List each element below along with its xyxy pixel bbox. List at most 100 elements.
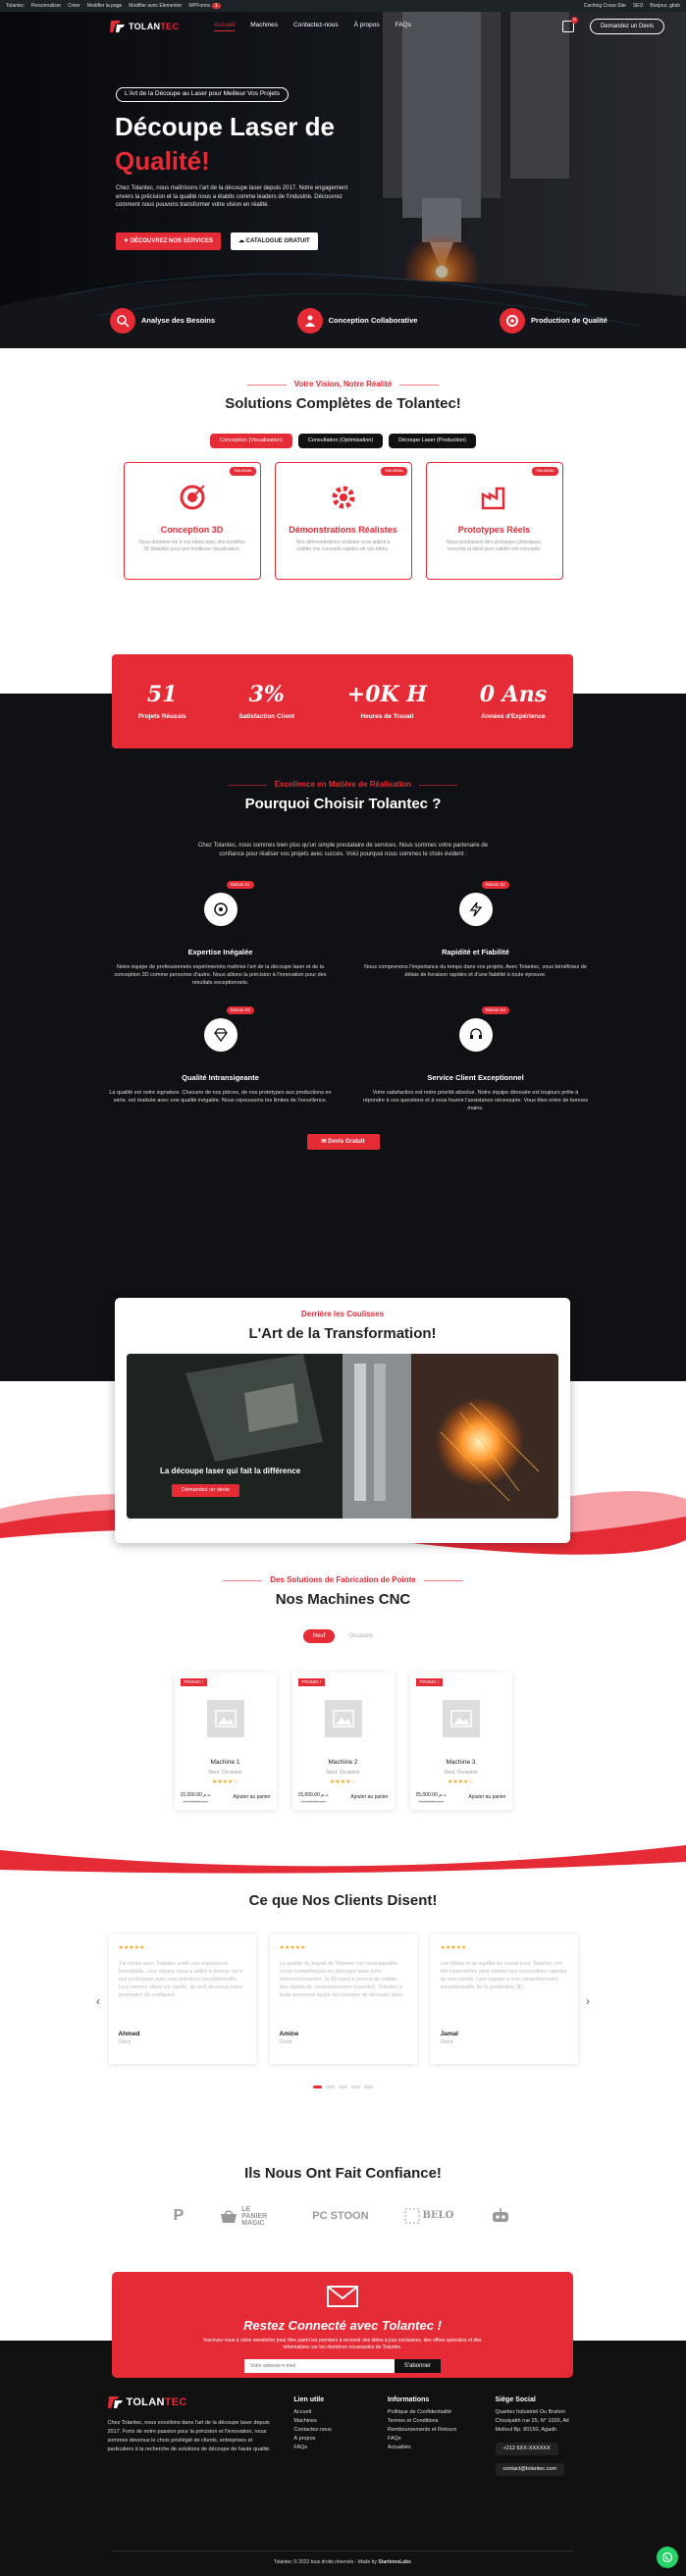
- footer-link[interactable]: À propos: [293, 2435, 368, 2444]
- footer-link[interactable]: Actualités: [388, 2444, 476, 2452]
- rating-stars: ★★★★☆: [212, 1778, 238, 1785]
- partner-logo: BELO: [404, 2208, 453, 2224]
- footer-link[interactable]: FAQs: [293, 2444, 368, 2452]
- new-badge: Nouveau: [230, 467, 256, 476]
- footer-logo[interactable]: TOLANTEC: [107, 2396, 275, 2409]
- hero: TOLANTEC Accueil Machines Contactez-nous…: [0, 12, 686, 348]
- logo-text: TOLANTEC: [129, 21, 180, 31]
- reason-text: Notre équipe de professionnels expérimen…: [114, 964, 327, 987]
- product-card[interactable]: PROMO ! Machine 2 Neuf, Occasion ★★★★☆ 1…: [291, 1673, 395, 1811]
- tab-consultation[interactable]: Consultation (Optimisation): [297, 434, 384, 449]
- cart-icon[interactable]: 0: [561, 17, 578, 32]
- product-category: Neuf, Occasion: [444, 1769, 478, 1776]
- feature-production: Production de Qualité: [500, 308, 607, 334]
- footer-email[interactable]: contact@tolantec.com: [495, 2463, 565, 2476]
- site-logo[interactable]: TOLANTEC: [110, 20, 179, 33]
- reason-tag: Raison 04: [481, 1006, 509, 1015]
- product-card[interactable]: PROMO ! Machine 1 Neuf, Occasion ★★★★☆ 1…: [174, 1673, 277, 1811]
- admin-item[interactable]: Caching Cross-Site: [584, 3, 626, 10]
- product-name[interactable]: Machine 3: [410, 1759, 512, 1768]
- chevron-right-icon[interactable]: ›: [586, 1993, 590, 2009]
- credit-link[interactable]: StartinnoLabs: [378, 2559, 411, 2565]
- why-intro: Chez Tolantec, nous sommes bien plus qu'…: [197, 843, 489, 858]
- carousel-dot[interactable]: [313, 2086, 322, 2089]
- catalogue-button[interactable]: ☁ CATALOGUE GRATUIT: [231, 232, 318, 251]
- testimonial-card: ★★★★★ J'ai choisi avec Tolantec a été un…: [108, 1934, 256, 2065]
- add-to-cart-button[interactable]: Ajouter au panier: [468, 1794, 505, 1801]
- carousel-dot[interactable]: [339, 2086, 347, 2089]
- footer-link[interactable]: Machines: [293, 2417, 368, 2426]
- hero-title: Découpe Laser de Qualité!: [115, 112, 335, 176]
- notification-badge: 1: [211, 2, 221, 9]
- reason-text: Votre satisfaction est notre priorité ab…: [362, 1090, 589, 1112]
- partner-logo: LE PANIER MAGIC: [219, 2206, 277, 2227]
- footer-link[interactable]: Contactez-nous: [293, 2426, 368, 2435]
- footer-link[interactable]: Accueil: [293, 2408, 368, 2417]
- footer-phone[interactable]: +212 6XX-XXXXXX: [495, 2443, 558, 2455]
- nav-item-contact[interactable]: Contactez-nous: [293, 22, 339, 31]
- admin-item[interactable]: Personnaliser: [31, 3, 62, 10]
- transformation-title: L'Art de la Transformation!: [248, 1324, 437, 1342]
- nav-item-machines[interactable]: Machines: [250, 22, 278, 31]
- footer-link[interactable]: Remboursements et Retours: [388, 2426, 476, 2435]
- reason-text: Nous comprenons l'importance du temps da…: [364, 964, 587, 979]
- stat-satisfaction: 3% Satisfaction Client: [238, 682, 295, 720]
- chevron-left-icon[interactable]: ‹: [96, 1993, 100, 2009]
- footer-office: Siège Social Quartier Industriel Ou Brah…: [495, 2396, 579, 2476]
- quote-button[interactable]: Demandez un Devis: [589, 18, 664, 35]
- free-quote-button[interactable]: ✉ Devis Gratuit: [306, 1134, 380, 1151]
- nav-item-faqs[interactable]: FAQs: [396, 22, 411, 31]
- feature-collaboration: Conception Collaborative: [296, 308, 417, 334]
- services-button[interactable]: ✦ DÉCOUVREZ NOS SERVICES: [116, 232, 221, 251]
- solution-card[interactable]: Nouveau Prototypes Réels Nous produisons…: [425, 462, 563, 581]
- card-title: Prototypes Réels: [457, 525, 531, 536]
- admin-item[interactable]: Modifier la page: [87, 3, 123, 10]
- testimonial-carousel: ‹ ★★★★★ J'ai choisi avec Tolantec a été …: [0, 1934, 686, 2065]
- solutions-kicker: Votre Vision, Notre Réalité: [0, 380, 686, 390]
- solution-card[interactable]: Nouveau Démonstrations Réalistes Nos dém…: [274, 462, 412, 581]
- carousel-dot[interactable]: [351, 2086, 360, 2089]
- card-title: Démonstrations Réalistes: [289, 525, 397, 536]
- nav-item-accueil[interactable]: Accueil: [214, 22, 236, 31]
- tab-conception[interactable]: Conception (Visualisation): [210, 434, 292, 449]
- card-text: Nous produisons des prototypes physiques…: [446, 540, 542, 553]
- partners-title: Ils Nous Ont Fait Confiance!: [244, 2165, 442, 2182]
- reason-title: Service Client Exceptionnel: [427, 1073, 524, 1083]
- toggle-new[interactable]: Neuf: [302, 1629, 336, 1644]
- email-field[interactable]: [244, 2359, 395, 2374]
- admin-item[interactable]: Tolantec: [6, 3, 25, 10]
- whatsapp-icon[interactable]: [657, 2547, 678, 2568]
- nav-item-about[interactable]: À propos: [354, 22, 380, 31]
- tab-decoupe[interactable]: Découpe Laser (Production): [389, 434, 476, 449]
- admin-item[interactable]: WPForms 1: [188, 2, 221, 10]
- partner-logo: P: [173, 2207, 185, 2225]
- product-card[interactable]: PROMO ! Machine 3 Neuf, Occasion ★★★★☆ 2…: [409, 1673, 512, 1811]
- partner-logos: P LE PANIER MAGIC PC STOON BELO: [0, 2205, 686, 2227]
- product-name[interactable]: Machine 1: [175, 1759, 277, 1768]
- why-section: Excellence en Matière de Réalisation Pou…: [0, 748, 686, 1293]
- nav-menu: Accueil Machines Contactez-nous À propos…: [214, 22, 411, 31]
- carousel-dot[interactable]: [326, 2086, 335, 2089]
- testimonial-role: Client: [118, 2039, 132, 2046]
- carousel-dot[interactable]: [364, 2086, 373, 2089]
- promo-badge: PROMO !: [297, 1678, 326, 1687]
- solution-card[interactable]: Nouveau Conception 3D Nous donnons vie à…: [123, 462, 261, 581]
- toggle-used[interactable]: Occasion: [339, 1629, 383, 1643]
- footer-link[interactable]: Termes et Conditions: [388, 2417, 476, 2426]
- why-kicker: Excellence en Matière de Réalisation: [0, 780, 686, 791]
- footer-link[interactable]: Politique de Confidentialité: [388, 2408, 476, 2417]
- stats-section: 51 Projets Réussis 3% Satisfaction Client …: [0, 643, 686, 748]
- add-to-cart-button[interactable]: Ajouter au panier: [233, 1794, 270, 1801]
- add-to-cart-button[interactable]: Ajouter au panier: [350, 1794, 388, 1801]
- admin-item[interactable]: Créer: [68, 3, 80, 10]
- transformation-card: Derrière les Coulisses L'Art de la Trans…: [115, 1298, 570, 1543]
- hero-background-image: [0, 12, 686, 348]
- footer-link[interactable]: FAQs: [388, 2435, 476, 2444]
- request-quote-button[interactable]: Demandez un devis: [172, 1484, 239, 1498]
- admin-account[interactable]: Bonjour, gbsb: [650, 3, 680, 10]
- promo-badge: PROMO !: [415, 1678, 444, 1687]
- admin-item[interactable]: Modifier avec Elementor: [129, 3, 182, 10]
- product-name[interactable]: Machine 2: [292, 1759, 395, 1768]
- subscribe-button[interactable]: S'abonner: [394, 2359, 441, 2374]
- admin-item[interactable]: SEO: [633, 3, 644, 10]
